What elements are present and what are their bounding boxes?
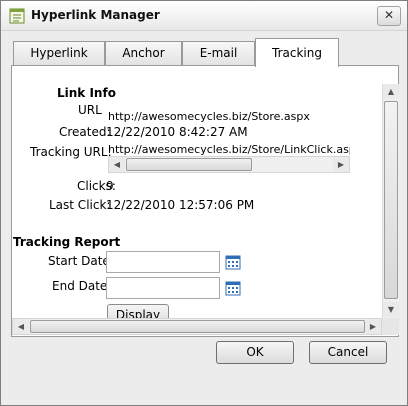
tab-tracking-label: Tracking (272, 46, 322, 60)
window-title: Hyperlink Manager (31, 8, 160, 22)
scroll-left-icon[interactable]: ◀ (109, 157, 125, 172)
panel-vertical-scrollbar[interactable]: ▲ ▼ (382, 84, 399, 318)
tracking-url-box: http://awesomecycles.biz/Store/LinkClick… (108, 143, 350, 173)
created-label: Created: (59, 125, 111, 139)
tracking-report-heading: Tracking Report (13, 235, 121, 249)
calendar-icon[interactable] (225, 254, 241, 270)
scroll-up-icon[interactable]: ▲ (383, 84, 399, 99)
cancel-button[interactable]: Cancel (309, 341, 387, 364)
tracking-panel: Link Info URL http://awesomecycles.biz/S… (11, 65, 399, 337)
link-info-heading: Link Info (57, 86, 116, 100)
tab-hyperlink[interactable]: Hyperlink (13, 41, 105, 66)
tab-hyperlink-label: Hyperlink (30, 46, 88, 60)
end-date-input[interactable] (106, 277, 220, 299)
scroll-left-icon[interactable]: ◀ (13, 319, 29, 334)
title-bar[interactable]: Hyperlink Manager ✕ (1, 1, 407, 31)
start-date-input[interactable] (106, 251, 220, 273)
display-button[interactable]: Display (107, 304, 169, 318)
last-click-value: 12/22/2010 12:57:06 PM (106, 198, 255, 212)
url-value: http://awesomecycles.biz/Store.aspx (108, 110, 310, 123)
end-date-label: End Date: (52, 279, 112, 293)
tab-email[interactable]: E-mail (182, 41, 255, 66)
tab-strip: Hyperlink Anchor E-mail Tracking (13, 38, 397, 67)
tab-email-label: E-mail (199, 46, 238, 60)
scroll-corner (382, 318, 399, 335)
close-button[interactable]: ✕ (377, 6, 401, 26)
close-icon: ✕ (383, 8, 395, 22)
document-list-icon (9, 8, 25, 24)
tracking-url-label: Tracking URL: (30, 145, 112, 159)
panel-horizontal-scrollbar[interactable]: ◀ ▶ (12, 318, 382, 335)
tab-tracking[interactable]: Tracking (255, 38, 339, 67)
vertical-scroll-thumb[interactable] (384, 101, 398, 299)
clicks-value: 9 (106, 179, 114, 193)
last-click-label: Last Click: (49, 198, 111, 212)
tab-anchor-label: Anchor (122, 46, 165, 60)
tracking-url-value: http://awesomecycles.biz/Store/LinkClick… (108, 143, 350, 156)
url-label: URL (78, 103, 102, 117)
created-value: 12/22/2010 8:42:27 AM (106, 125, 248, 139)
horizontal-scroll-thumb[interactable] (30, 320, 365, 333)
tracking-url-scrollbar[interactable]: ◀ ▶ (108, 156, 350, 173)
tracking-content: Link Info URL http://awesomecycles.biz/S… (12, 66, 382, 318)
scroll-down-icon[interactable]: ▼ (383, 302, 399, 317)
calendar-icon[interactable] (225, 280, 241, 296)
start-date-label: Start Date: (48, 254, 114, 268)
hyperlink-manager-dialog: Hyperlink Manager ✕ Hyperlink Anchor E-m… (0, 0, 408, 406)
tab-anchor[interactable]: Anchor (105, 41, 182, 66)
scroll-thumb[interactable] (126, 158, 252, 171)
scroll-right-icon[interactable]: ▶ (333, 157, 349, 172)
ok-button[interactable]: OK (216, 341, 294, 364)
scroll-right-icon[interactable]: ▶ (365, 319, 381, 334)
